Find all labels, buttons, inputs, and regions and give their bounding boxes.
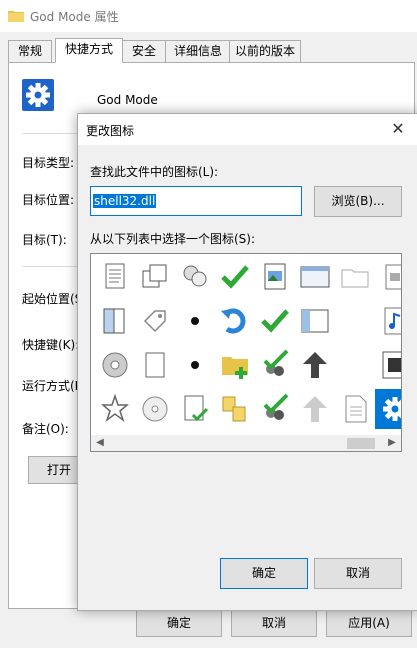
users-check-icon[interactable]: [255, 389, 295, 429]
label-start-in: 起始位置(S: [22, 292, 83, 306]
browse-button[interactable]: 浏览(B)...: [314, 186, 402, 217]
file-path-input[interactable]: shell32.dll: [90, 186, 302, 216]
list-label: 从以下列表中选择一个图标(S):: [90, 232, 256, 246]
checkmark-icon[interactable]: [255, 301, 295, 341]
label-comment: 备注(O):: [22, 422, 69, 436]
label-target-type: 目标类型:: [22, 156, 75, 170]
disc-icon[interactable]: [95, 345, 135, 385]
file-path-value: shell32.dll: [93, 194, 157, 208]
tag-icon[interactable]: [135, 301, 175, 341]
tab-previous-versions[interactable]: 以前的版本: [229, 40, 301, 62]
folder-icon[interactable]: [335, 257, 375, 297]
horizontal-scrollbar[interactable]: ◀ ▶: [91, 435, 401, 451]
dialog-ok-label: 确定: [251, 566, 276, 580]
dot-icon[interactable]: [175, 301, 215, 341]
users-check-icon[interactable]: [255, 345, 295, 385]
blank-page-icon[interactable]: [135, 345, 175, 385]
tab-details[interactable]: 详细信息: [165, 40, 231, 62]
label-run: 运行方式(R: [22, 379, 84, 393]
change-icon-dialog: 更改图标 ✕ 查找此文件中的图标(L): shell32.dll 浏览(B)..…: [77, 113, 417, 611]
checkmark-icon[interactable]: [215, 257, 255, 297]
undo-arrow-icon[interactable]: [215, 301, 255, 341]
dialog-cancel-label: 取消: [345, 566, 370, 580]
list-window-icon[interactable]: [295, 301, 335, 341]
find-label: 查找此文件中的图标(L):: [90, 165, 219, 179]
people-icon[interactable]: [175, 257, 215, 297]
dialog-cancel-button[interactable]: 取消: [314, 558, 402, 589]
apply-label: 应用(A): [348, 616, 390, 630]
dialog-ok-button[interactable]: 确定: [220, 558, 308, 589]
scroll-left-icon[interactable]: ◀: [93, 436, 107, 450]
image-file-icon[interactable]: [255, 257, 295, 297]
document-check-icon[interactable]: [175, 389, 215, 429]
cd-icon[interactable]: [135, 389, 175, 429]
ok-label: 确定: [166, 616, 191, 630]
window-copy-icon[interactable]: [135, 257, 175, 297]
star-icon[interactable]: [95, 389, 135, 429]
tab-bar: 常规 快捷方式 安全 详细信息 以前的版本: [8, 38, 308, 63]
scroll-right-icon[interactable]: ▶: [385, 436, 399, 450]
files-icon[interactable]: [215, 389, 255, 429]
tab-security[interactable]: 安全: [121, 40, 167, 62]
apply-button[interactable]: 应用(A): [326, 609, 412, 637]
dot-icon[interactable]: [175, 345, 215, 385]
ok-button[interactable]: 确定: [136, 609, 222, 637]
browse-label: 浏览(B)...: [331, 194, 385, 208]
tab-general[interactable]: 常规: [8, 40, 52, 62]
tab-shortcut[interactable]: 快捷方式: [55, 38, 123, 63]
app-gear-icon: [22, 79, 54, 111]
blank-icon[interactable]: [335, 301, 375, 341]
scroll-thumb[interactable]: [347, 438, 375, 449]
app-name: God Mode: [97, 93, 158, 107]
window-title: God Mode 属性: [30, 10, 119, 24]
window-icon[interactable]: [295, 257, 335, 297]
close-icon[interactable]: ✕: [386, 118, 410, 140]
folder-add-icon[interactable]: [215, 345, 255, 385]
icon-list[interactable]: ◀ ▶: [90, 253, 402, 452]
cancel-button[interactable]: 取消: [231, 609, 317, 637]
film-icon[interactable]: [375, 345, 401, 385]
music-file-icon[interactable]: [375, 301, 401, 341]
file-icon[interactable]: [375, 257, 401, 297]
label-target: 目标(T):: [22, 233, 67, 247]
document-icon[interactable]: [95, 257, 135, 297]
open-location-label: 打开: [46, 463, 71, 477]
blank-icon[interactable]: [335, 345, 375, 385]
split-window-icon[interactable]: [95, 301, 135, 341]
label-target-location: 目标位置:: [22, 193, 75, 207]
dialog-title: 更改图标: [86, 124, 135, 138]
up-arrow-gray-icon[interactable]: [295, 389, 335, 429]
up-arrow-icon[interactable]: [295, 345, 335, 385]
divider: [22, 266, 82, 267]
folder-icon: [8, 11, 24, 22]
gear-icon[interactable]: [375, 389, 401, 429]
text-page-icon[interactable]: [335, 389, 375, 429]
label-shortcut-key: 快捷键(K):: [22, 338, 80, 352]
cancel-label: 取消: [261, 616, 286, 630]
divider: [22, 133, 82, 134]
